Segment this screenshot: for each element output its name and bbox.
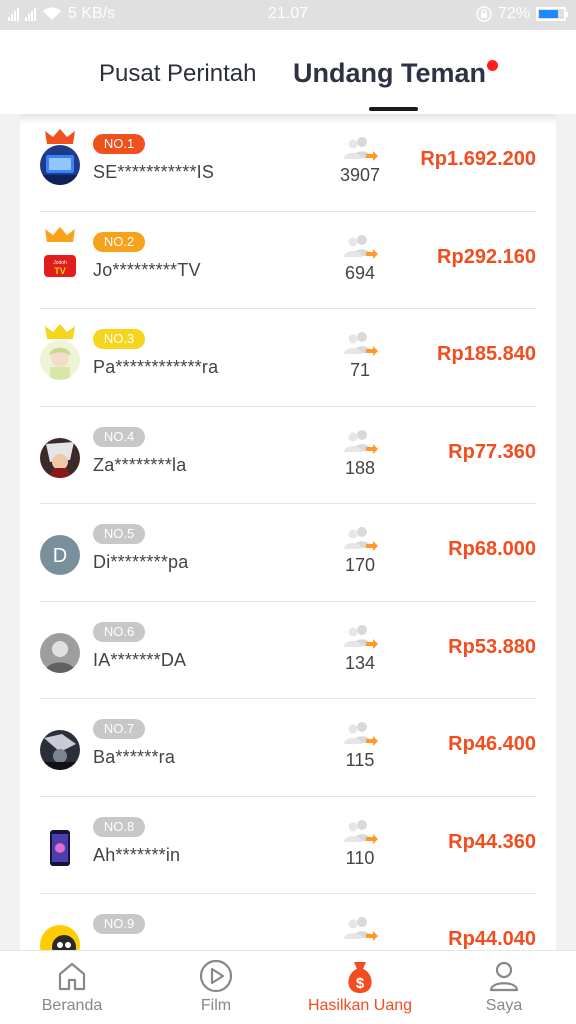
avatar <box>40 340 80 380</box>
tab-undang-teman[interactable]: Undang Teman <box>293 58 486 89</box>
invited-friends-icon <box>342 136 378 162</box>
active-tab-indicator <box>369 107 418 111</box>
earnings-amount: Rp292.160 <box>437 245 536 268</box>
battery-percent: 72% <box>497 5 530 22</box>
invite-count: 170 <box>344 555 376 575</box>
crown-icon <box>44 324 76 340</box>
nav-film[interactable]: Film <box>144 951 288 1024</box>
earnings-amount: Rp44.040 <box>448 928 536 950</box>
invited-friends-icon <box>342 916 378 942</box>
rank-badge: NO.3 <box>93 329 145 349</box>
rank-badge: NO.8 <box>93 816 145 837</box>
invite-count: 188 <box>344 457 376 478</box>
nav-beranda[interactable]: Beranda <box>0 951 144 1024</box>
rank-badge: NO.5 <box>93 524 145 544</box>
notification-dot <box>487 60 498 71</box>
avatar <box>40 730 80 770</box>
rotation-lock-icon <box>476 6 492 22</box>
user-name: Za********la <box>93 454 187 475</box>
user-name: SE***********IS <box>93 162 215 182</box>
rank-badge: NO.9 <box>93 914 145 934</box>
invite-count: 71 <box>349 360 371 380</box>
ranking-row[interactable]: NO.1 SE***********IS 3907 Rp1.692.200 <box>40 114 536 212</box>
earnings-amount: Rp44.360 <box>448 830 536 853</box>
avatar <box>40 632 80 673</box>
ranking-row[interactable]: NO.4 Za********la 188 Rp77.360 <box>40 407 536 504</box>
nav-saya[interactable]: Saya <box>432 951 576 1024</box>
ranking-row[interactable]: NO.7 Ba******ra 115 Rp46.400 <box>40 699 536 797</box>
earnings-amount: Rp1.692.200 <box>420 148 536 170</box>
invited-friends-icon <box>342 429 378 455</box>
user-name: Ba******ra <box>93 747 176 767</box>
earnings-amount: Rp46.400 <box>448 733 536 755</box>
rank-badge: NO.4 <box>93 426 145 447</box>
ranking-row[interactable]: NO.9 Rp44.040 <box>40 894 536 950</box>
svg-text:D: D <box>53 545 67 567</box>
invited-friends-icon <box>342 721 378 747</box>
invited-friends-icon <box>342 331 378 357</box>
ranking-row[interactable]: NO.8 Ah*******in 110 Rp44.360 <box>40 797 536 894</box>
user-name: IA*******DA <box>93 649 187 670</box>
invited-friends-icon <box>342 526 378 552</box>
nav-hasilkan-uang[interactable]: $ Hasilkan Uang <box>288 951 432 1024</box>
invite-count: 3907 <box>339 165 381 185</box>
ranking-row[interactable]: Jodoh TV NO.2 Jo*********TV 694 Rp292.160 <box>40 212 536 309</box>
invited-friends-icon <box>342 234 378 260</box>
avatar <box>40 437 80 478</box>
invite-count: 134 <box>344 652 376 673</box>
earnings-amount: Rp185.840 <box>437 343 536 365</box>
svg-text:$: $ <box>356 975 365 992</box>
rank-badge: NO.2 <box>93 231 145 252</box>
user-name: Di********pa <box>93 552 189 572</box>
crown-icon <box>44 129 76 145</box>
user-name: Pa************ra <box>93 357 219 377</box>
rank-badge: NO.7 <box>93 719 145 739</box>
invite-count: 694 <box>344 262 376 283</box>
home-icon <box>58 962 86 991</box>
money-bag-icon: $ <box>348 962 372 993</box>
crown-icon <box>44 226 76 243</box>
ranking-row[interactable]: D NO.5 Di********pa 170 Rp68.000 <box>40 504 536 602</box>
status-bar: 5 KB/s 21.07 72% <box>0 0 576 30</box>
invited-friends-icon <box>342 624 378 650</box>
earnings-amount: Rp77.360 <box>448 440 536 463</box>
ranking-row[interactable]: NO.3 Pa************ra 71 Rp185.840 <box>40 309 536 407</box>
bottom-nav: Beranda Film $ Hasilkan Uang Saya <box>0 950 576 1024</box>
play-icon <box>199 959 233 993</box>
rank-badge: NO.6 <box>93 621 145 642</box>
avatar: D <box>40 535 80 575</box>
earnings-amount: Rp68.000 <box>448 538 536 560</box>
svg-text:TV: TV <box>54 266 66 276</box>
earnings-amount: Rp53.880 <box>448 635 536 658</box>
rank-badge: NO.1 <box>93 134 145 154</box>
ranking-row[interactable]: NO.6 IA*******DA 134 Rp53.880 <box>40 602 536 699</box>
avatar <box>40 925 80 950</box>
tab-pusat-perintah[interactable]: Pusat Perintah <box>99 60 256 88</box>
invited-friends-icon <box>342 819 378 845</box>
user-name: Jo*********TV <box>93 259 201 280</box>
battery-icon <box>536 7 568 21</box>
user-icon <box>489 961 519 992</box>
avatar <box>40 145 80 185</box>
invite-count: 115 <box>345 750 375 770</box>
avatar: Jodoh TV <box>40 242 80 283</box>
avatar <box>40 827 80 868</box>
user-name: Ah*******in <box>93 844 181 865</box>
ranking-list[interactable]: NO.1 SE***********IS 3907 Rp1.692.200 Jodoh T… <box>20 114 556 950</box>
invite-count: 110 <box>345 847 375 868</box>
header: Pusat Perintah Undang Teman <box>0 30 576 114</box>
